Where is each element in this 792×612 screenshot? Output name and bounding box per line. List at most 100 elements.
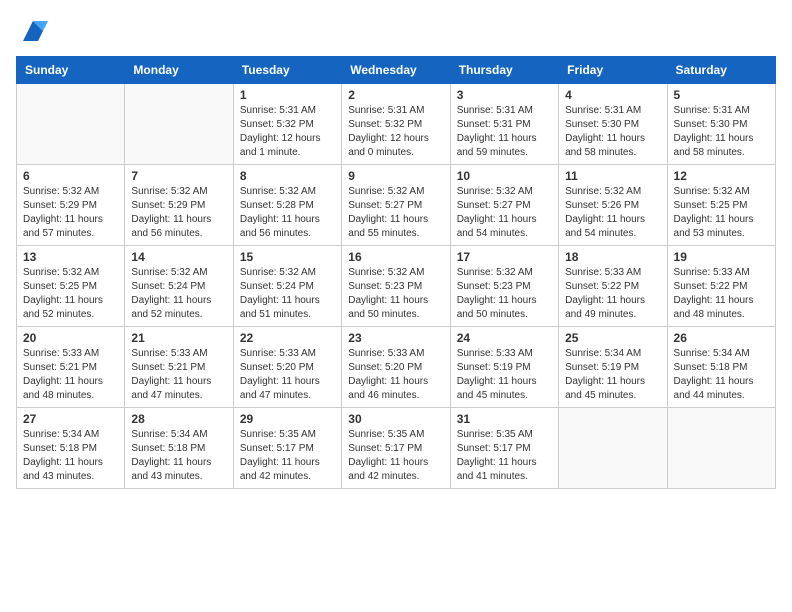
calendar-cell: 14 Sunrise: 5:32 AM Sunset: 5:24 PM Dayli…	[125, 246, 233, 327]
day-info: Sunrise: 5:35 AM Sunset: 5:17 PM Dayligh…	[348, 428, 443, 484]
day-info: Sunrise: 5:35 AM Sunset: 5:17 PM Dayligh…	[457, 428, 552, 484]
day-number: 21	[131, 331, 226, 345]
calendar-cell: 7 Sunrise: 5:32 AM Sunset: 5:29 PM Daylig…	[125, 165, 233, 246]
calendar-cell: 29Sunrise: 5:35 AM Sunset: 5:17 PM Dayli…	[233, 408, 341, 489]
day-info: Sunrise: 5:33 AM Sunset: 5:22 PM Dayligh…	[674, 266, 769, 322]
day-info: Sunrise: 5:31 AM Sunset: 5:32 PM Dayligh…	[240, 104, 335, 160]
day-number: 18	[565, 250, 660, 264]
calendar-cell: 24Sunrise: 5:33 AM Sunset: 5:19 PM Dayli…	[450, 327, 558, 408]
day-number: 28	[131, 412, 226, 426]
day-info: Sunrise: 5:32 AM Sunset: 5:23 PM Dayligh…	[348, 266, 443, 322]
weekday-header-sunday: Sunday	[17, 57, 125, 84]
day-info: Sunrise: 5:34 AM Sunset: 5:18 PM Dayligh…	[674, 347, 769, 403]
day-number: 23	[348, 331, 443, 345]
day-number: 13	[23, 250, 118, 264]
calendar-cell: 3 Sunrise: 5:31 AM Sunset: 5:31 PM Daylig…	[450, 84, 558, 165]
day-info: Sunrise: 5:34 AM Sunset: 5:18 PM Dayligh…	[23, 428, 118, 484]
day-info: Sunrise: 5:31 AM Sunset: 5:30 PM Dayligh…	[565, 104, 660, 160]
calendar-cell: 6Sunrise: 5:32 AM Sunset: 5:29 PM Daylig…	[17, 165, 125, 246]
weekday-header-monday: Monday	[125, 57, 233, 84]
weekday-header-saturday: Saturday	[667, 57, 775, 84]
day-info: Sunrise: 5:32 AM Sunset: 5:26 PM Dayligh…	[565, 185, 660, 241]
logo-icon	[18, 16, 48, 46]
day-info: Sunrise: 5:32 AM Sunset: 5:27 PM Dayligh…	[348, 185, 443, 241]
calendar-cell: 28 Sunrise: 5:34 AM Sunset: 5:18 PM Dayli…	[125, 408, 233, 489]
day-number: 11	[565, 169, 660, 183]
day-info: Sunrise: 5:33 AM Sunset: 5:22 PM Dayligh…	[565, 266, 660, 322]
calendar-cell: 11 Sunrise: 5:32 AM Sunset: 5:26 PM Dayli…	[559, 165, 667, 246]
calendar-cell: 31 Sunrise: 5:35 AM Sunset: 5:17 PM Dayli…	[450, 408, 558, 489]
calendar-cell: 25 Sunrise: 5:34 AM Sunset: 5:19 PM Dayli…	[559, 327, 667, 408]
calendar-cell: 18 Sunrise: 5:33 AM Sunset: 5:22 PM Dayli…	[559, 246, 667, 327]
day-number: 4	[565, 88, 660, 102]
calendar-cell: 10 Sunrise: 5:32 AM Sunset: 5:27 PM Dayli…	[450, 165, 558, 246]
day-info: Sunrise: 5:32 AM Sunset: 5:29 PM Dayligh…	[23, 185, 118, 241]
day-info: Sunrise: 5:32 AM Sunset: 5:29 PM Dayligh…	[131, 185, 226, 241]
weekday-header-wednesday: Wednesday	[342, 57, 450, 84]
day-info: Sunrise: 5:33 AM Sunset: 5:21 PM Dayligh…	[131, 347, 226, 403]
day-info: Sunrise: 5:34 AM Sunset: 5:19 PM Dayligh…	[565, 347, 660, 403]
calendar-cell: 1 Sunrise: 5:31 AM Sunset: 5:32 PM Daylig…	[233, 84, 341, 165]
day-info: Sunrise: 5:32 AM Sunset: 5:27 PM Dayligh…	[457, 185, 552, 241]
calendar-week-row: 13Sunrise: 5:32 AM Sunset: 5:25 PM Dayli…	[17, 246, 776, 327]
calendar-cell: 23 Sunrise: 5:33 AM Sunset: 5:20 PM Dayli…	[342, 327, 450, 408]
calendar-table: SundayMondayTuesdayWednesdayThursdayFrid…	[16, 56, 776, 489]
day-number: 26	[674, 331, 769, 345]
calendar-cell	[125, 84, 233, 165]
day-number: 10	[457, 169, 552, 183]
day-info: Sunrise: 5:32 AM Sunset: 5:25 PM Dayligh…	[674, 185, 769, 241]
day-number: 15	[240, 250, 335, 264]
weekday-header-thursday: Thursday	[450, 57, 558, 84]
calendar-cell: 8Sunrise: 5:32 AM Sunset: 5:28 PM Daylig…	[233, 165, 341, 246]
day-info: Sunrise: 5:32 AM Sunset: 5:28 PM Dayligh…	[240, 185, 335, 241]
day-number: 19	[674, 250, 769, 264]
weekday-header-friday: Friday	[559, 57, 667, 84]
day-number: 30	[348, 412, 443, 426]
calendar-cell: 5Sunrise: 5:31 AM Sunset: 5:30 PM Daylig…	[667, 84, 775, 165]
calendar-cell: 2Sunrise: 5:31 AM Sunset: 5:32 PM Daylig…	[342, 84, 450, 165]
calendar-cell: 9Sunrise: 5:32 AM Sunset: 5:27 PM Daylig…	[342, 165, 450, 246]
day-number: 3	[457, 88, 552, 102]
day-info: Sunrise: 5:31 AM Sunset: 5:31 PM Dayligh…	[457, 104, 552, 160]
weekday-header-tuesday: Tuesday	[233, 57, 341, 84]
calendar-cell	[667, 408, 775, 489]
day-number: 27	[23, 412, 118, 426]
calendar-cell: 4 Sunrise: 5:31 AM Sunset: 5:30 PM Daylig…	[559, 84, 667, 165]
day-info: Sunrise: 5:33 AM Sunset: 5:20 PM Dayligh…	[348, 347, 443, 403]
day-number: 16	[348, 250, 443, 264]
day-info: Sunrise: 5:33 AM Sunset: 5:20 PM Dayligh…	[240, 347, 335, 403]
logo	[16, 16, 48, 46]
calendar-cell: 30 Sunrise: 5:35 AM Sunset: 5:17 PM Dayli…	[342, 408, 450, 489]
calendar-cell: 20Sunrise: 5:33 AM Sunset: 5:21 PM Dayli…	[17, 327, 125, 408]
calendar-week-row: 6Sunrise: 5:32 AM Sunset: 5:29 PM Daylig…	[17, 165, 776, 246]
day-number: 25	[565, 331, 660, 345]
day-number: 1	[240, 88, 335, 102]
day-info: Sunrise: 5:32 AM Sunset: 5:24 PM Dayligh…	[131, 266, 226, 322]
calendar-cell: 21 Sunrise: 5:33 AM Sunset: 5:21 PM Dayli…	[125, 327, 233, 408]
calendar-week-row: 20Sunrise: 5:33 AM Sunset: 5:21 PM Dayli…	[17, 327, 776, 408]
day-number: 17	[457, 250, 552, 264]
calendar-cell: 12Sunrise: 5:32 AM Sunset: 5:25 PM Dayli…	[667, 165, 775, 246]
calendar-week-row: 1 Sunrise: 5:31 AM Sunset: 5:32 PM Daylig…	[17, 84, 776, 165]
calendar-cell: 13Sunrise: 5:32 AM Sunset: 5:25 PM Dayli…	[17, 246, 125, 327]
day-number: 14	[131, 250, 226, 264]
day-info: Sunrise: 5:34 AM Sunset: 5:18 PM Dayligh…	[131, 428, 226, 484]
page-header	[16, 16, 776, 46]
calendar-cell: 16 Sunrise: 5:32 AM Sunset: 5:23 PM Dayli…	[342, 246, 450, 327]
day-info: Sunrise: 5:32 AM Sunset: 5:23 PM Dayligh…	[457, 266, 552, 322]
calendar-cell: 26 Sunrise: 5:34 AM Sunset: 5:18 PM Dayli…	[667, 327, 775, 408]
day-number: 7	[131, 169, 226, 183]
day-info: Sunrise: 5:31 AM Sunset: 5:30 PM Dayligh…	[674, 104, 769, 160]
day-number: 22	[240, 331, 335, 345]
calendar-cell: 15 Sunrise: 5:32 AM Sunset: 5:24 PM Dayli…	[233, 246, 341, 327]
calendar-week-row: 27 Sunrise: 5:34 AM Sunset: 5:18 PM Dayli…	[17, 408, 776, 489]
calendar-cell: 22 Sunrise: 5:33 AM Sunset: 5:20 PM Dayli…	[233, 327, 341, 408]
day-number: 24	[457, 331, 552, 345]
calendar-cell	[17, 84, 125, 165]
day-number: 31	[457, 412, 552, 426]
day-number: 2	[348, 88, 443, 102]
day-info: Sunrise: 5:32 AM Sunset: 5:24 PM Dayligh…	[240, 266, 335, 322]
calendar-cell: 17 Sunrise: 5:32 AM Sunset: 5:23 PM Dayli…	[450, 246, 558, 327]
day-number: 29	[240, 412, 335, 426]
calendar-cell: 27 Sunrise: 5:34 AM Sunset: 5:18 PM Dayli…	[17, 408, 125, 489]
